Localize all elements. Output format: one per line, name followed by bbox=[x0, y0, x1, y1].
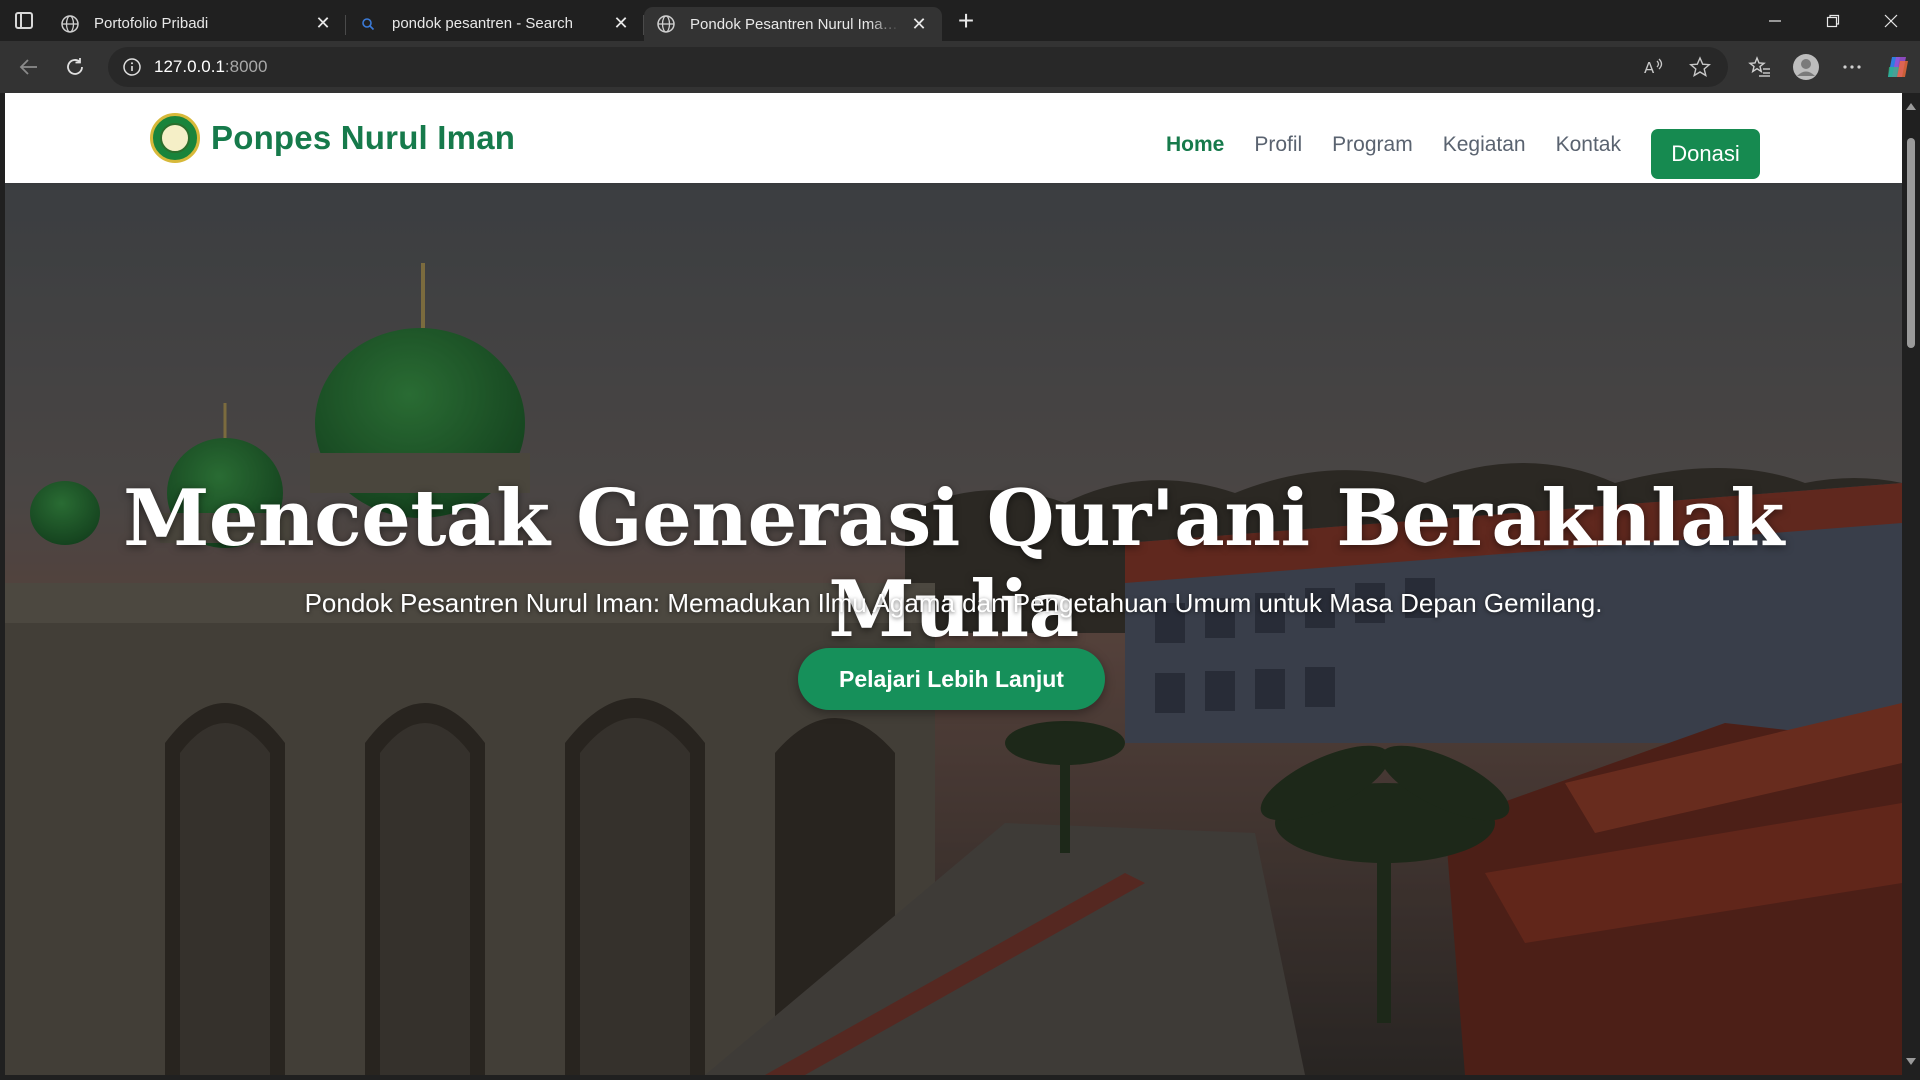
minimize-button[interactable] bbox=[1746, 0, 1804, 41]
browser-tab-bar: Portofolio Pribadi ✕ pondok pesantren - … bbox=[0, 0, 1920, 41]
svg-text:A: A bbox=[1644, 59, 1655, 77]
favorites-list-icon[interactable] bbox=[1746, 53, 1774, 81]
browser-tab[interactable]: pondok pesantren - Search ✕ bbox=[346, 7, 644, 41]
window-bottom-edge bbox=[0, 1075, 1920, 1080]
tab-title: Portofolio Pribadi bbox=[94, 15, 209, 32]
tab-title: Pondok Pesantren Nurul Iman - B bbox=[690, 15, 900, 33]
nav-home[interactable]: Home bbox=[1166, 133, 1224, 157]
arrow-left-icon bbox=[19, 59, 37, 75]
read-aloud-icon[interactable]: A bbox=[1640, 53, 1668, 81]
tab-panel-icon bbox=[15, 12, 33, 29]
favorite-star-icon[interactable] bbox=[1686, 53, 1714, 81]
emblem-icon bbox=[160, 123, 190, 153]
copilot-icon[interactable] bbox=[1884, 53, 1912, 81]
scroll-down-icon[interactable] bbox=[1906, 1058, 1916, 1065]
info-icon[interactable] bbox=[122, 57, 142, 77]
back-button[interactable] bbox=[8, 46, 50, 88]
close-icon[interactable]: ✕ bbox=[610, 13, 632, 35]
site-navbar: Ponpes Nurul Iman Home Profil Program Ke… bbox=[5, 93, 1902, 183]
close-icon[interactable]: ✕ bbox=[312, 13, 334, 35]
more-options-icon[interactable] bbox=[1838, 53, 1866, 81]
page-scrollbar[interactable] bbox=[1902, 93, 1920, 1075]
nav-profil[interactable]: Profil bbox=[1254, 133, 1302, 157]
profile-avatar-icon[interactable] bbox=[1792, 53, 1820, 81]
brand[interactable]: Ponpes Nurul Iman bbox=[150, 113, 515, 163]
scroll-up-icon[interactable] bbox=[1906, 103, 1916, 110]
nav-kontak[interactable]: Kontak bbox=[1556, 133, 1621, 157]
tab-actions-button[interactable] bbox=[0, 0, 48, 41]
close-window-button[interactable] bbox=[1862, 0, 1920, 41]
reload-button[interactable] bbox=[54, 46, 96, 88]
nav-kegiatan[interactable]: Kegiatan bbox=[1443, 133, 1526, 157]
address-bar[interactable]: 127.0.0.1:8000 A bbox=[108, 47, 1728, 87]
new-tab-button[interactable]: + bbox=[944, 4, 988, 38]
scrollbar-thumb[interactable] bbox=[1907, 138, 1915, 348]
brand-name: Ponpes Nurul Iman bbox=[211, 119, 516, 156]
url-host: 127.0.0.1 bbox=[154, 57, 225, 76]
hero-section: Mencetak Generasi Qur'ani Berakhlak Muli… bbox=[5, 183, 1902, 1075]
tab-title: pondok pesantren - Search bbox=[392, 15, 573, 32]
restore-button[interactable] bbox=[1804, 0, 1862, 41]
learn-more-button[interactable]: Pelajari Lebih Lanjut bbox=[798, 648, 1105, 710]
brand-logo bbox=[150, 113, 200, 163]
hero-title: Mencetak Generasi Qur'ani Berakhlak Muli… bbox=[123, 473, 1784, 655]
browser-tab-active[interactable]: Pondok Pesantren Nurul Iman - B ✕ bbox=[644, 7, 942, 41]
page-viewport: Ponpes Nurul Iman Home Profil Program Ke… bbox=[5, 93, 1902, 1075]
globe-icon bbox=[60, 14, 80, 34]
donate-button[interactable]: Donasi bbox=[1651, 129, 1760, 179]
globe-icon bbox=[656, 14, 676, 34]
url-port: :8000 bbox=[224, 57, 268, 76]
close-icon[interactable]: ✕ bbox=[908, 13, 930, 35]
main-menu: Home Profil Program Kegiatan Kontak Dona… bbox=[1136, 111, 1760, 179]
hero-subtitle: Pondok Pesantren Nurul Iman: Memadukan I… bbox=[304, 588, 1603, 618]
browser-tab[interactable]: Portofolio Pribadi ✕ bbox=[48, 7, 346, 41]
window-controls bbox=[1746, 0, 1920, 41]
reload-icon bbox=[67, 58, 83, 75]
browser-toolbar: 127.0.0.1:8000 A bbox=[0, 41, 1920, 93]
nav-program[interactable]: Program bbox=[1332, 133, 1413, 157]
search-icon bbox=[358, 14, 378, 34]
